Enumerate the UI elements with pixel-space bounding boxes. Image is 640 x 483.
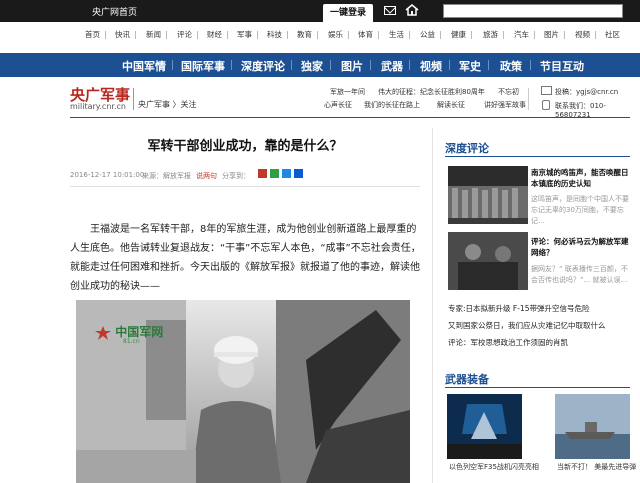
section-title-weapons[interactable]: 武器装备	[445, 371, 489, 387]
publish-time: 2016-12-17 10:01:00	[70, 171, 145, 179]
header-link[interactable]: 解读长征	[437, 100, 465, 110]
channel-link[interactable]: 视频	[575, 29, 590, 40]
header-link[interactable]: 军旅一年间	[330, 87, 365, 97]
header-link[interactable]: 不忘初	[498, 87, 519, 97]
channel-link[interactable]: 快讯	[115, 29, 130, 40]
header-link[interactable]: 伟大的征程：纪念长征胜利80周年	[378, 87, 485, 97]
news-list-item[interactable]: 又到国家公祭日，我们应从灾难记忆中取取什么	[448, 320, 606, 331]
channel-link[interactable]: 新闻	[146, 29, 161, 40]
login-tab[interactable]: 一键登录	[323, 4, 373, 22]
section-title-review[interactable]: 深度评论	[445, 140, 489, 156]
home-icon[interactable]	[405, 4, 419, 16]
thumb-image[interactable]	[448, 232, 528, 290]
nav-item[interactable]: 政策	[500, 58, 522, 74]
channel-nav: 首页 快讯 新闻 评论 财经 军事 科技 教育 娱乐 体育 生活 公益 健康 旅…	[0, 27, 640, 43]
share-weibo-icon[interactable]	[258, 169, 267, 178]
review-headline[interactable]: 评论：何必诉马云为解放军建网络？	[531, 236, 631, 258]
envelope-icon	[541, 86, 552, 95]
review-headline[interactable]: 南京城的鸣笛声，能否唤醒日本镇底的历史认知	[531, 167, 631, 189]
nav-item[interactable]: 图片	[341, 58, 363, 74]
weapon-image[interactable]	[555, 394, 630, 459]
top-bar: 央广网首页 一键登录	[0, 0, 640, 22]
channel-link[interactable]: 首页	[85, 29, 100, 40]
channel-link[interactable]: 娱乐	[328, 29, 343, 40]
nav-item[interactable]: 节目互动	[540, 58, 584, 74]
phone-icon	[542, 100, 550, 110]
nav-item[interactable]: 武器	[381, 58, 403, 74]
review-summary: 据网友？“ 联表播传三百颜，不会否传也说吗？”... 就被认误...	[531, 265, 628, 284]
channel-link[interactable]: 图片	[544, 29, 559, 40]
header-link[interactable]: 我们的长征在路上	[364, 100, 420, 110]
mail-icon[interactable]	[384, 6, 396, 15]
channel-link[interactable]: 体育	[358, 29, 373, 40]
search-input[interactable]	[443, 4, 623, 18]
nav-item[interactable]: 国际军事	[181, 58, 225, 74]
article-title: 军转干部创业成功，靠的是什么？	[147, 139, 343, 154]
article-source: 来源：解放军报	[142, 172, 191, 180]
weapon-image[interactable]	[447, 394, 522, 459]
site-domain: military.cnr.cn	[70, 102, 126, 111]
channel-link[interactable]: 军事	[237, 29, 252, 40]
weapon-caption[interactable]: 以色列空军F35战机闪亮亮相	[449, 462, 539, 472]
thumb-image[interactable]	[448, 166, 528, 224]
nav-item[interactable]: 中国军情	[122, 58, 166, 74]
channel-link[interactable]: 科技	[267, 29, 282, 40]
channel-link[interactable]: 评论	[177, 29, 192, 40]
header-link[interactable]: 心声长征	[324, 100, 352, 110]
site-header: 央广军事 military.cnr.cn 央广军事 〉关注 军旅一年间 伟大的征…	[0, 82, 640, 119]
article-body: 王福波是一名军转干部，8年的军旅生涯，成为他创业创新道路上最厚重的人生底色。他告…	[70, 224, 421, 292]
nav-item[interactable]: 视频	[420, 58, 442, 74]
contribute-label[interactable]: 投稿：ygjs@cnr.cn	[555, 87, 618, 97]
channel-link[interactable]: 健康	[451, 29, 466, 40]
photo-watermark-sub: 81.cn	[123, 338, 140, 345]
comment-link[interactable]: 说两句	[196, 171, 217, 181]
share-qq-icon[interactable]	[282, 169, 291, 178]
star-icon	[95, 325, 111, 340]
breadcrumb[interactable]: 央广军事 〉关注	[138, 99, 197, 110]
channel-link[interactable]: 生活	[389, 29, 404, 40]
nav-item[interactable]: 独家	[301, 58, 323, 74]
news-list-item[interactable]: 专家:日本拟新升级 F-15带弹升空信号危险	[448, 303, 589, 314]
channel-link[interactable]: 财经	[207, 29, 222, 40]
weapon-caption[interactable]: 当新不打！ 美最先进导弹	[557, 462, 636, 472]
news-list-item[interactable]: 评论：军校思想政治工作须固的肖凯	[448, 337, 568, 348]
share-renren-icon[interactable]	[294, 169, 303, 178]
channel-link[interactable]: 公益	[420, 29, 435, 40]
channel-link[interactable]: 教育	[297, 29, 312, 40]
nav-item[interactable]: 深度评论	[241, 58, 285, 74]
review-summary: 这鸣笛声，是同胞个中国人不要忘记无辜的30万同胞，不要忘记...	[531, 195, 629, 225]
channel-link[interactable]: 旅游	[483, 29, 498, 40]
home-link[interactable]: 央广网首页	[92, 5, 137, 18]
channel-link[interactable]: 汽车	[514, 29, 529, 40]
channel-link[interactable]: 社区	[605, 29, 620, 40]
nav-item[interactable]: 军史	[459, 58, 481, 74]
main-nav: 中国军情 国际军事 深度评论 独家 图片 武器 视频 军史 政策 节目互动	[0, 53, 640, 77]
share-label: 分享到：	[222, 172, 250, 180]
share-wechat-icon[interactable]	[270, 169, 279, 178]
header-link[interactable]: 讲好强军故事	[484, 100, 526, 110]
